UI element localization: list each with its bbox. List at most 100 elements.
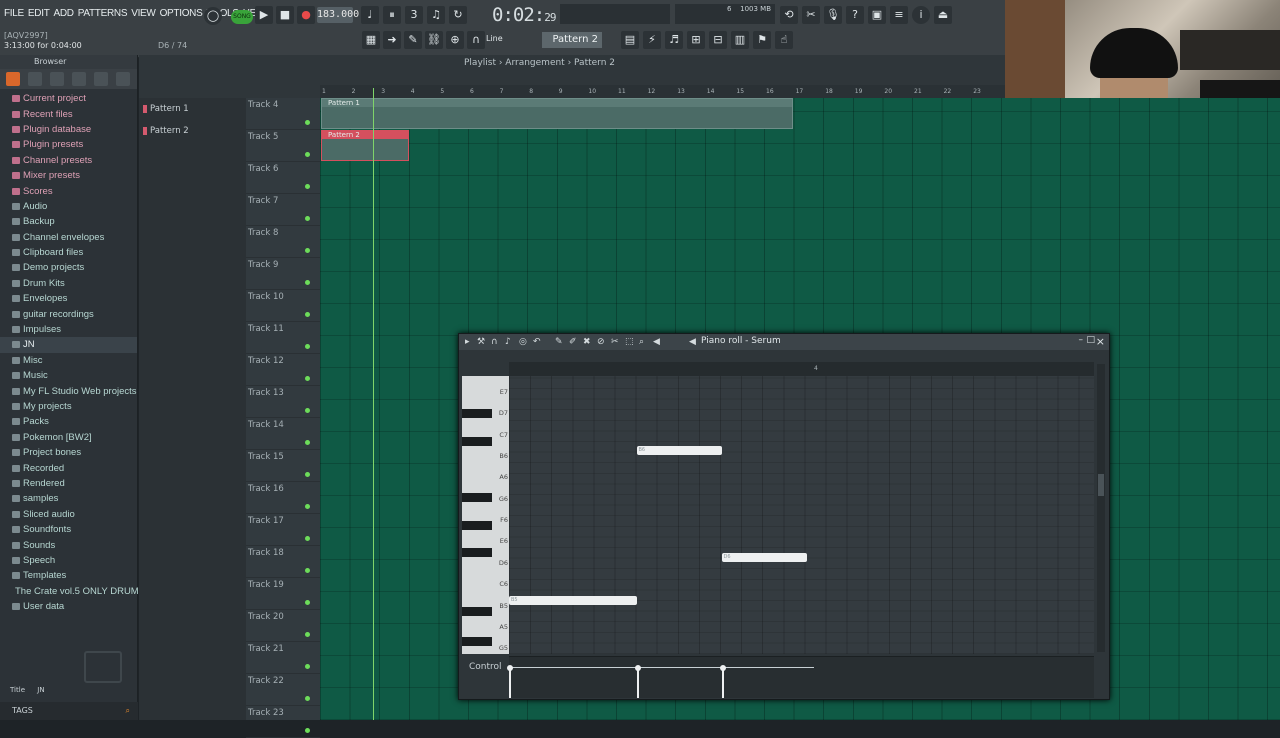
- track-header[interactable]: Track 17: [246, 514, 320, 546]
- browser-icon[interactable]: ▥: [731, 31, 749, 49]
- black-key[interactable]: [462, 606, 492, 616]
- track-header[interactable]: Track 4: [246, 98, 320, 130]
- track-mute-led[interactable]: [305, 408, 310, 413]
- brush-icon[interactable]: ✎: [404, 31, 422, 49]
- browser-item[interactable]: Recent files: [0, 106, 137, 121]
- track-header[interactable]: Track 18: [246, 546, 320, 578]
- record-button[interactable]: ●: [297, 6, 315, 24]
- browser-star-icon[interactable]: [116, 72, 130, 86]
- save-icon[interactable]: ▣: [868, 6, 886, 24]
- browser-item[interactable]: Impulses: [0, 322, 137, 337]
- black-key[interactable]: [462, 492, 492, 502]
- stop-button[interactable]: ■: [276, 6, 294, 24]
- pattern-item[interactable]: Pattern 1: [139, 98, 247, 120]
- track-mute-led[interactable]: [305, 696, 310, 701]
- track-header[interactable]: Track 13: [246, 386, 320, 418]
- browser-item[interactable]: User data: [0, 599, 137, 614]
- track-mute-led[interactable]: [305, 184, 310, 189]
- wait-for-input-icon[interactable]: ⏸: [383, 6, 401, 24]
- velocity-bar[interactable]: [719, 665, 726, 698]
- clip-pattern-1[interactable]: Pattern 1: [321, 98, 793, 129]
- browser-item[interactable]: Clipboard files: [0, 245, 137, 260]
- browser-current-icon[interactable]: [28, 72, 42, 86]
- folder-add-icon[interactable]: [84, 651, 122, 683]
- plugin-picker-icon[interactable]: ⚑: [753, 31, 771, 49]
- slice-icon[interactable]: ✂: [611, 337, 619, 347]
- zoom-icon[interactable]: ⌕: [639, 337, 644, 347]
- browser-item[interactable]: My projects: [0, 399, 137, 414]
- browser-item[interactable]: JN: [0, 337, 137, 353]
- piano-icon[interactable]: ♬: [665, 31, 683, 49]
- browser-item[interactable]: Misc: [0, 353, 137, 368]
- tempo-display[interactable]: 183.000: [317, 7, 359, 23]
- select-icon[interactable]: ⬚: [625, 337, 634, 347]
- browser-item[interactable]: Sliced audio: [0, 507, 137, 522]
- target-icon[interactable]: ◎: [519, 337, 527, 347]
- track-header[interactable]: Track 23: [246, 706, 320, 738]
- pattern-select[interactable]: Pattern 2: [542, 32, 602, 48]
- browser-item[interactable]: Audio: [0, 199, 137, 214]
- pattern-item[interactable]: Pattern 2: [139, 120, 247, 142]
- track-header[interactable]: Track 9: [246, 258, 320, 290]
- track-header[interactable]: Track 8: [246, 226, 320, 258]
- scroll-thumb[interactable]: [1098, 474, 1104, 496]
- touch-icon[interactable]: ☝: [775, 31, 793, 49]
- track-mute-led[interactable]: [305, 632, 310, 637]
- menu-item-options[interactable]: OPTIONS: [160, 8, 203, 19]
- track-header[interactable]: Track 10: [246, 290, 320, 322]
- delete-icon[interactable]: ✖: [583, 337, 591, 347]
- track-header[interactable]: Track 19: [246, 578, 320, 610]
- vertical-scrollbar[interactable]: [1097, 364, 1105, 652]
- track-mute-led[interactable]: [305, 312, 310, 317]
- play-button[interactable]: ▶: [255, 6, 273, 24]
- plugin-icon[interactable]: ⏏: [934, 6, 952, 24]
- search-icon[interactable]: ⌕: [126, 702, 130, 720]
- velocity-lane[interactable]: [507, 656, 1094, 698]
- browser-item[interactable]: Pokemon [BW2]: [0, 430, 137, 445]
- channel-rack-icon[interactable]: ⊞: [687, 31, 705, 49]
- info-icon[interactable]: i: [912, 6, 930, 24]
- browser-item[interactable]: Templates: [0, 568, 137, 583]
- note-grid[interactable]: B6 D6 B5: [509, 376, 1094, 654]
- browser-item[interactable]: Recorded: [0, 460, 137, 475]
- microphone-icon[interactable]: 🎙: [824, 6, 842, 24]
- play-icon[interactable]: ▸: [465, 337, 470, 347]
- note-b6[interactable]: B6: [636, 446, 722, 456]
- track-mute-led[interactable]: [305, 152, 310, 157]
- wrench-icon[interactable]: ⚒: [477, 337, 485, 347]
- brush-icon[interactable]: ✐: [569, 337, 577, 347]
- track-mute-led[interactable]: [305, 216, 310, 221]
- piano-roll-ruler[interactable]: 4: [509, 362, 1094, 376]
- track-mute-led[interactable]: [305, 504, 310, 509]
- browser-item[interactable]: The Crate vol.5 ONLY DRUMS: [0, 584, 145, 599]
- browser-item[interactable]: Plugin database: [0, 122, 137, 137]
- track-header[interactable]: Track 12: [246, 354, 320, 386]
- velocity-bar[interactable]: [507, 665, 513, 698]
- browser-item[interactable]: Demo projects: [0, 260, 137, 275]
- browser-item[interactable]: Drum Kits: [0, 276, 137, 291]
- black-key[interactable]: [462, 637, 492, 647]
- link-icon[interactable]: ⛓: [425, 31, 443, 49]
- track-header[interactable]: Track 14: [246, 418, 320, 450]
- undo-icon[interactable]: ↶: [533, 337, 541, 347]
- track-header[interactable]: Track 5: [246, 130, 320, 162]
- track-header[interactable]: Track 22: [246, 674, 320, 706]
- track-mute-led[interactable]: [305, 248, 310, 253]
- loop-record-icon[interactable]: ↻: [449, 6, 467, 24]
- track-header[interactable]: Track 21: [246, 642, 320, 674]
- browser-item[interactable]: Packs: [0, 414, 137, 429]
- browser-item[interactable]: Project bones: [0, 445, 137, 460]
- menu-item-file[interactable]: FILE: [4, 8, 24, 19]
- menu-item-add[interactable]: ADD: [54, 8, 75, 19]
- note-icon[interactable]: ♪: [505, 337, 511, 347]
- speaker-icon[interactable]: ◀: [653, 337, 660, 347]
- track-mute-led[interactable]: [305, 120, 310, 125]
- browser-item[interactable]: Envelopes: [0, 291, 137, 306]
- note-d6[interactable]: D6: [721, 553, 807, 563]
- track-mute-led[interactable]: [305, 728, 310, 733]
- step-seq-icon[interactable]: ⚡: [643, 31, 661, 49]
- browser-item[interactable]: Plugin presets: [0, 137, 137, 152]
- track-mute-led[interactable]: [305, 440, 310, 445]
- countdown-icon[interactable]: 3: [405, 6, 423, 24]
- track-mute-led[interactable]: [305, 376, 310, 381]
